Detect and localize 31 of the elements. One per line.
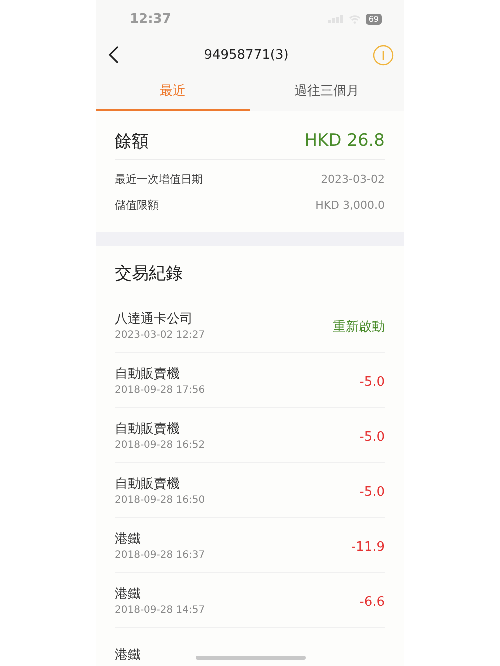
transaction-time: 2018-09-28 16:50 <box>115 494 206 506</box>
back-icon[interactable] <box>108 46 120 64</box>
battery-level: 69 <box>366 14 382 24</box>
transaction-status: 重新啟動 <box>333 319 385 336</box>
transaction-amount: -5.0 <box>360 374 385 390</box>
card-number-title: 94958771(3) <box>204 48 289 62</box>
balance-label: 餘額 <box>115 130 149 152</box>
tab[interactable]: 過往三個月 <box>250 72 404 111</box>
merchant-name: 港鐵 <box>115 586 142 602</box>
transaction-amount: -6.6 <box>360 594 385 610</box>
transaction-time: 2018-09-28 16:52 <box>115 440 206 450</box>
merchant-name: 自動販賣機 <box>115 366 181 382</box>
balance-amount: HKD 26.8 <box>304 131 385 151</box>
detail-label: 最近一次增值日期 <box>115 172 203 186</box>
status-time: 12:37 <box>130 12 172 26</box>
transaction-time: 2018-09-28 16:37 <box>115 550 206 560</box>
transaction-amount: -5.0 <box>360 484 385 500</box>
merchant-name: 自動販賣機 <box>115 476 181 492</box>
transaction-time: 2018-09-28 17:56 <box>115 384 206 396</box>
merchant-name: 八達通卡公司 <box>115 310 194 328</box>
section-title: 交易紀錄 <box>115 262 184 286</box>
transaction-amount: -5.0 <box>360 428 385 444</box>
detail-value: 2023-03-02 <box>321 172 385 186</box>
merchant-name: 自動販賣機 <box>115 420 181 438</box>
transaction-time: 2018-09-28 14:57 <box>115 604 206 616</box>
detail-value: HKD 3,000.0 <box>316 198 385 212</box>
merchant-name: 港鐵 <box>115 530 142 548</box>
merchant-name: 港鐵 <box>115 647 141 664</box>
detail-label: 儲值限額 <box>115 198 159 212</box>
transaction-time: 2023-03-02 12:27 <box>115 330 206 340</box>
transaction-amount: -11.9 <box>351 538 385 554</box>
